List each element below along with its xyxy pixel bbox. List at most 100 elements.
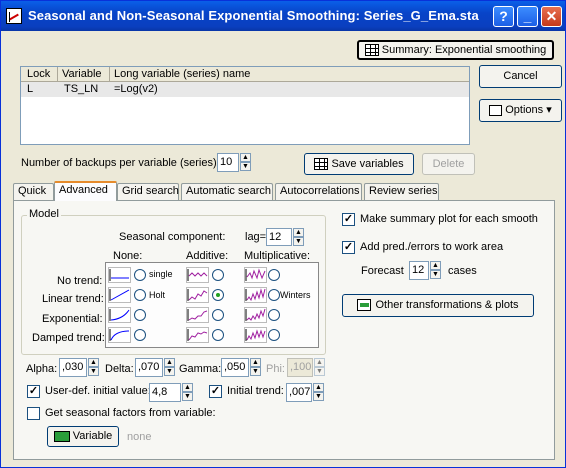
user-def-label: User-def. initial value: [45,385,151,397]
phi-label: Phi: [266,363,285,375]
radio-linear-additive[interactable] [212,289,224,301]
row-linear-trend: Linear trend: [42,293,104,305]
summary-plot-label: Make summary plot for each smooth [360,213,538,225]
plot-damped-none-icon [108,327,131,343]
seasonal-factors-checkbox[interactable] [27,407,40,420]
help-button[interactable]: ? [493,6,514,27]
phi-input[interactable]: ,100 [287,358,313,377]
close-button[interactable]: ✕ [541,6,562,27]
options-button[interactable]: Options ▾ [479,99,562,122]
other-transformations-button[interactable]: Other transformations & plots [342,294,534,317]
radio-linear-none[interactable] [134,289,146,301]
gamma-label: Gamma: [179,363,222,375]
plot-linear-additive-icon [186,287,209,303]
tab-automatic-search[interactable]: Automatic search [181,183,273,200]
summary-button-label: Summary: Exponential smoothing [381,44,547,56]
forecast-label: Forecast [361,265,404,277]
variable-button[interactable]: Variable [47,426,119,447]
column-multiplicative: Multiplicative: [244,250,311,262]
save-variables-label: Save variables [331,158,404,170]
initial-trend-checkbox[interactable]: ✓ [209,385,222,398]
radio-damped-additive[interactable] [212,329,224,341]
variable-list[interactable]: Lock Variable Long variable (series) nam… [20,66,470,145]
row-no-trend: No trend: [57,275,103,287]
single-label: single [149,269,173,279]
lag-input[interactable]: 12 [266,228,292,246]
options-icon [489,104,503,116]
radio-exponential-multiplicative[interactable] [268,309,280,321]
add-pred-checkbox[interactable]: ✓ [342,241,355,254]
row-damped-trend: Damped trend: [32,332,105,344]
delta-label: Delta: [105,363,134,375]
radio-damped-multiplicative[interactable] [268,329,280,341]
column-lock: Lock [27,68,51,80]
radio-damped-none[interactable] [134,329,146,341]
radio-no-trend-none[interactable] [134,269,146,281]
initial-trend-spinner[interactable]: ▲ ▼ [313,383,324,401]
initial-trend-label: Initial trend: [227,385,284,397]
radio-exponential-additive[interactable] [212,309,224,321]
winters-label: Winters [280,290,311,300]
radio-no-trend-multiplicative[interactable] [268,269,280,281]
plot-damped-multiplicative-icon [244,327,267,343]
spreadsheet-icon [314,158,329,171]
plot-no-trend-multiplicative-icon [244,267,267,283]
plot-damped-additive-icon [186,327,209,343]
variable-icon [53,430,70,442]
seasonal-component-label: Seasonal component: [119,231,226,243]
tab-grid-search[interactable]: Grid search [117,183,179,200]
variable-button-label: Variable [72,430,113,442]
seasonal-factors-label: Get seasonal factors from variable: [45,407,216,419]
user-def-input[interactable]: 4,8 [149,383,181,402]
save-variables-button[interactable]: Save variables [304,153,414,175]
backups-spinner[interactable]: ▲ ▼ [240,153,251,171]
other-transformations-label: Other transformations & plots [375,299,519,311]
list-row[interactable]: L TS_LN =Log(v2) [21,82,469,97]
user-def-spinner[interactable]: ▲ ▼ [182,383,193,401]
delta-spinner[interactable]: ▲ ▼ [164,358,175,376]
list-header: Lock Variable Long variable (series) nam… [21,67,469,82]
model-legend: Model [27,208,61,220]
column-variable: Variable [62,68,102,80]
gamma-spinner[interactable]: ▲ ▼ [250,358,261,376]
tab-review-series[interactable]: Review series [364,183,439,200]
summary-plot-checkbox[interactable]: ✓ [342,213,355,226]
alpha-input[interactable]: ,030 [59,358,87,377]
window-title: Seasonal and Non-Seasonal Exponential Sm… [28,8,479,23]
forecast-spinner[interactable]: ▲ ▼ [430,261,441,279]
tab-advanced[interactable]: Advanced [54,181,117,201]
plot-exponential-none-icon [108,307,131,323]
column-additive: Additive: [186,250,229,262]
plot-linear-multiplicative-icon [244,287,267,303]
tab-autocorrelations[interactable]: Autocorrelations [275,183,362,200]
phi-spinner[interactable]: ▲ ▼ [314,358,325,376]
summary-button[interactable]: Summary: Exponential smoothing [357,40,554,60]
cases-label: cases [448,265,477,277]
backups-label: Number of backups per variable (series): [21,157,220,169]
column-none: None: [113,250,143,262]
add-pred-label: Add pred./errors to work area [360,241,504,253]
plot-linear-none-icon [108,287,131,303]
radio-no-trend-additive[interactable] [212,269,224,281]
delete-button[interactable]: Delete [422,153,475,175]
app-icon [6,8,22,24]
gamma-input[interactable]: ,050 [221,358,249,377]
spreadsheet-icon [364,44,379,57]
delta-input[interactable]: ,070 [135,358,163,377]
tab-quick[interactable]: Quick [13,183,54,200]
seasonal-variable-value: none [127,431,152,443]
forecast-input[interactable]: 12 [409,261,429,280]
radio-exponential-none[interactable] [134,309,146,321]
alpha-spinner[interactable]: ▲ ▼ [88,358,99,376]
backups-input[interactable]: 10 [217,153,239,172]
row-exponential: Exponential: [42,313,103,325]
cancel-button[interactable]: Cancel [479,65,562,88]
lag-spinner[interactable]: ▲ ▼ [293,228,304,246]
options-button-label: Options [505,104,544,116]
radio-linear-multiplicative[interactable] [268,289,280,301]
initial-trend-input[interactable]: ,007 [286,383,312,402]
alpha-label: Alpha: [26,363,58,375]
user-def-checkbox[interactable]: ✓ [27,385,40,398]
plot-no-trend-additive-icon [186,267,209,283]
minimize-button[interactable]: _ [517,6,538,27]
